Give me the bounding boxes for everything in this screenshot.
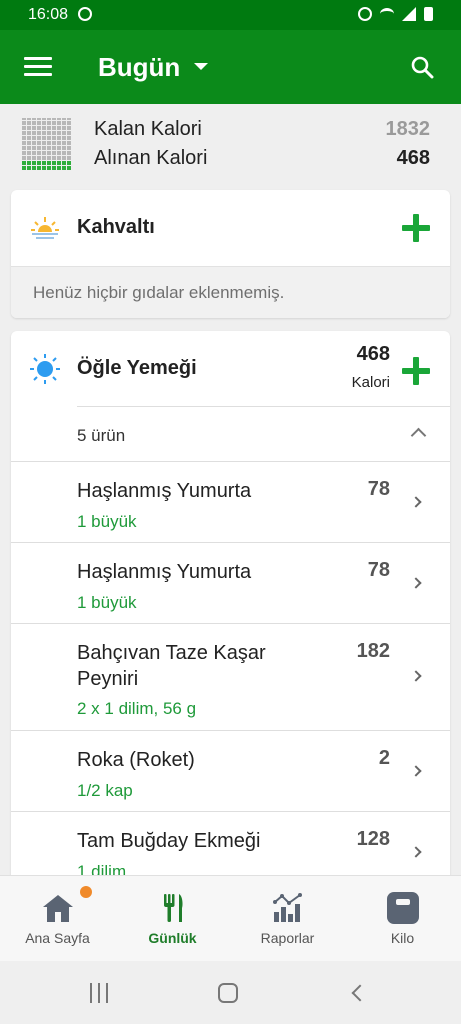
- system-navigation-bar: [0, 961, 461, 1024]
- breakfast-card: Kahvaltı Henüz hiçbir gıdalar eklenmemiş…: [11, 190, 450, 318]
- sunrise-icon: [29, 217, 61, 244]
- chevron-right-icon: [410, 670, 422, 682]
- app-bar: Bugün: [0, 30, 461, 104]
- notification-icon: [78, 7, 92, 21]
- nav-reports-label: Raporlar: [260, 930, 315, 946]
- consumed-calories-value: 468: [396, 147, 430, 169]
- chevron-up-icon[interactable]: [410, 427, 427, 444]
- breakfast-empty-note: Henüz hiçbir gıdalar eklenmemiş.: [11, 266, 450, 318]
- lunch-calories-unit: Kalori: [351, 374, 390, 391]
- lunch-calories: 468 Kalori: [352, 343, 390, 391]
- sun-icon: [30, 354, 60, 384]
- food-item-calories: 182: [356, 640, 390, 662]
- breakfast-header[interactable]: Kahvaltı: [11, 190, 450, 266]
- breakfast-title: Kahvaltı: [77, 216, 155, 238]
- nav-weight[interactable]: Kilo: [345, 876, 460, 962]
- food-item-calories: 78: [367, 478, 390, 500]
- lunch-calories-value: 468: [356, 343, 390, 365]
- status-icons: [358, 7, 433, 21]
- status-time: 16:08: [28, 6, 69, 23]
- nav-diary[interactable]: Günlük: [115, 876, 230, 962]
- food-item[interactable]: Haşlanmış Yumurta 78 1 büyük: [11, 461, 450, 543]
- consumed-calories-row: Alınan Kalori 468: [94, 147, 430, 170]
- lunch-header[interactable]: Öğle Yemeği 468 Kalori: [11, 331, 450, 407]
- status-bar: 16:08: [0, 0, 461, 30]
- search-icon[interactable]: [410, 55, 434, 79]
- chevron-right-icon: [410, 496, 422, 508]
- food-item[interactable]: Bahçıvan Taze Kaşar Peyniri 182 2 x 1 di…: [11, 623, 450, 731]
- chevron-right-icon: [410, 577, 422, 589]
- chevron-down-icon[interactable]: [194, 63, 208, 70]
- food-item-amount: 2 x 1 dilim, 56 g: [77, 699, 197, 718]
- food-item-amount: 1/2 kap: [77, 781, 133, 800]
- signal-icon: [402, 7, 416, 21]
- food-item-amount: 1 büyük: [77, 512, 137, 531]
- chevron-right-icon: [410, 765, 422, 777]
- food-item[interactable]: Haşlanmış Yumurta 78 1 büyük: [11, 542, 450, 624]
- scale-icon[interactable]: [385, 890, 421, 926]
- remaining-calories-value: 1832: [385, 118, 431, 140]
- back-icon[interactable]: [351, 984, 369, 1002]
- reports-icon[interactable]: [270, 890, 306, 926]
- food-item-amount: 1 büyük: [77, 593, 137, 612]
- nav-weight-label: Kilo: [390, 930, 415, 946]
- breakfast-empty-text: Henüz hiçbir gıdalar eklenmemiş.: [33, 283, 285, 302]
- calorie-summary[interactable]: Kalan Kalori 1832 Alınan Kalori 468: [0, 104, 461, 182]
- home-button-icon[interactable]: [218, 983, 238, 1003]
- alarm-icon: [358, 7, 372, 21]
- nav-diary-label: Günlük: [148, 930, 197, 946]
- notification-badge: [80, 886, 92, 898]
- date-selector-label[interactable]: Bugün: [98, 52, 180, 83]
- nav-reports[interactable]: Raporlar: [230, 876, 345, 962]
- lunch-item-count: 5 ürün: [77, 426, 126, 445]
- remaining-calories-label: Kalan Kalori: [94, 118, 202, 140]
- add-breakfast-button[interactable]: [402, 214, 430, 242]
- add-lunch-button[interactable]: [402, 357, 430, 385]
- lunch-card: Öğle Yemeği 468 Kalori 5 ürün Haşlanmış …: [11, 331, 450, 891]
- calorie-progress-grid: [22, 118, 72, 170]
- consumed-calories-label: Alınan Kalori: [94, 147, 208, 169]
- recent-apps-icon[interactable]: [90, 983, 110, 1003]
- remaining-calories-row: Kalan Kalori 1832: [94, 118, 430, 141]
- food-item-name: Haşlanmış Yumurta: [77, 561, 252, 583]
- food-item-name: Tam Buğday Ekmeği: [77, 830, 261, 852]
- wifi-icon: [380, 8, 394, 20]
- chevron-right-icon: [410, 846, 422, 858]
- food-item-calories: 128: [356, 828, 390, 850]
- food-item-name: Haşlanmış Yumurta: [77, 480, 252, 502]
- lunch-item-count-row[interactable]: 5 ürün: [77, 406, 450, 462]
- battery-icon: [424, 7, 433, 21]
- nav-home-label: Ana Sayfa: [25, 930, 90, 946]
- bottom-navigation: Ana Sayfa Günlük Raporlar Kilo: [0, 875, 461, 961]
- utensils-icon[interactable]: [155, 890, 191, 926]
- home-icon[interactable]: [40, 890, 76, 926]
- nav-home[interactable]: Ana Sayfa: [0, 876, 115, 962]
- food-item-name: Bahçıvan Taze Kaşar Peyniri: [77, 642, 266, 690]
- lunch-title: Öğle Yemeği: [77, 357, 197, 379]
- food-item-calories: 2: [378, 747, 390, 769]
- food-item[interactable]: Roka (Roket) 2 1/2 kap: [11, 730, 450, 812]
- menu-icon[interactable]: [24, 57, 52, 77]
- food-item-calories: 78: [367, 559, 390, 581]
- food-item-name: Roka (Roket): [77, 749, 195, 771]
